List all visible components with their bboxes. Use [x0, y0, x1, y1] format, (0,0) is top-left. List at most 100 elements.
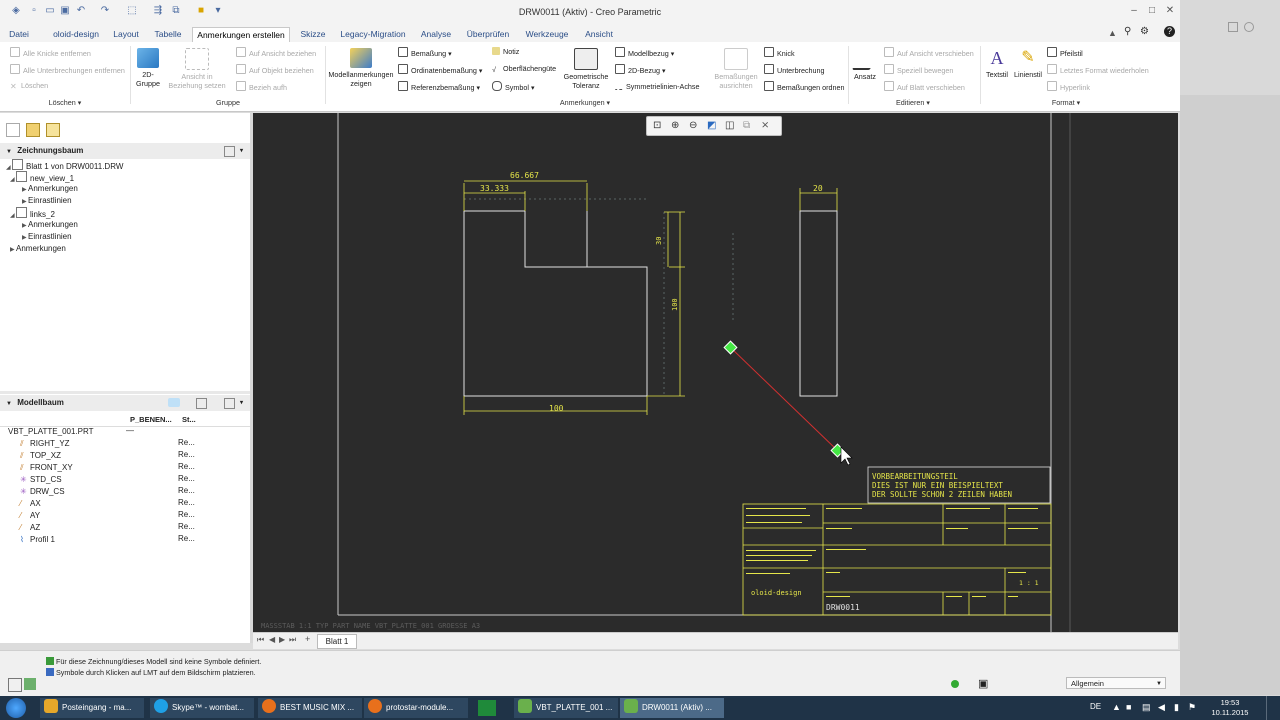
model-tree-item[interactable]: ⁄ AX: [20, 498, 41, 510]
group-editieren[interactable]: Editieren ▾: [888, 98, 938, 107]
group-anmerkungen[interactable]: Anmerkungen ▾: [555, 98, 615, 107]
taskbar-app-skype[interactable]: Skype™ - wombat...: [150, 698, 254, 718]
dropdown-icon[interactable]: ▾: [240, 143, 243, 159]
dim-text-30[interactable]: 30: [655, 237, 663, 245]
hyperlink-button[interactable]: Hyperlink: [1047, 81, 1090, 93]
drawing-canvas[interactable]: 66.667 33.333 30 100 100 20 VORBEARBEITU…: [253, 113, 1178, 632]
tab-legacy-migration[interactable]: Legacy-Migration: [336, 27, 410, 42]
filter-icon[interactable]: [196, 398, 207, 409]
referenzbemassung-button[interactable]: Referenzbemaßung ▾: [398, 81, 480, 93]
speziell-bewegen-button[interactable]: Speziell bewegen: [884, 64, 953, 76]
loeschen-button[interactable]: ✕ Löschen: [10, 81, 48, 91]
textstil-button[interactable]: A Textstil: [982, 48, 1012, 79]
auf-ansicht-beziehen-button[interactable]: Auf Ansicht beziehen: [236, 47, 316, 59]
favorites-icon[interactable]: [46, 123, 60, 137]
close-button[interactable]: ✕: [1162, 5, 1178, 17]
show-icon[interactable]: [168, 398, 180, 407]
previous-sheet-icon[interactable]: ◀: [269, 635, 275, 644]
tab-ansicht[interactable]: Ansicht: [580, 27, 618, 42]
auf-blatt-verschieben-button[interactable]: Auf Blatt verschieben: [884, 81, 965, 93]
language-indicator[interactable]: DE: [1090, 702, 1101, 711]
volume-icon[interactable]: ◀: [1158, 702, 1165, 713]
dim-text-100-horizontal[interactable]: 100: [549, 404, 564, 413]
last-sheet-icon[interactable]: ⏭: [289, 635, 296, 645]
collapse-ribbon-icon[interactable]: ▲: [1108, 28, 1117, 38]
minimize-button[interactable]: –: [1126, 5, 1142, 17]
network-icon[interactable]: ▤: [1142, 702, 1151, 713]
group-gruppe[interactable]: Gruppe: [200, 98, 256, 107]
sheet-tab-blatt-1[interactable]: Blatt 1: [317, 634, 357, 649]
next-sheet-icon[interactable]: ▶: [279, 635, 285, 644]
notiz-button[interactable]: Notiz: [492, 47, 519, 57]
tray-expand-icon[interactable]: ▲: [1112, 702, 1121, 712]
maximize-button[interactable]: □: [1144, 5, 1160, 17]
model-tree-header[interactable]: ▼ Modellbaum ▾: [0, 395, 250, 411]
display-style-icon[interactable]: ◫: [725, 120, 734, 131]
drawing-tree-header[interactable]: ▼ Zeichnungsbaum ▾: [0, 143, 250, 159]
2d-gruppe-button[interactable]: 2D-Gruppe: [134, 48, 162, 88]
add-sheet-icon[interactable]: +: [305, 634, 310, 644]
geometrische-toleranz-button[interactable]: Geometrische Toleranz: [562, 48, 610, 90]
taskbar-app-firefox-1[interactable]: BEST MUSIC MIX ...: [258, 698, 362, 718]
linienstil-button[interactable]: ✎ Linienstil: [1012, 48, 1044, 79]
datum-display-icon[interactable]: ⧉: [743, 120, 750, 131]
model-tree-root[interactable]: VBT_PLATTE_001.PRT: [8, 426, 94, 438]
bemassungen-ausrichten-button[interactable]: Bemaßungen ausrichten: [708, 48, 764, 90]
tree-view-icon[interactable]: [6, 123, 20, 137]
first-sheet-icon[interactable]: ⏮: [257, 635, 264, 645]
repaint-icon[interactable]: ◩: [707, 120, 716, 131]
clock-time[interactable]: 19:53: [1200, 698, 1260, 707]
excel-icon[interactable]: [478, 700, 496, 716]
model-tree-item[interactable]: ⁄ AZ: [20, 522, 40, 534]
alle-knicke-entfernen-button[interactable]: Alle Knicke entfernen: [10, 47, 91, 59]
tab-layout[interactable]: Layout: [110, 27, 142, 42]
model-tree-item[interactable]: ⁄ AY: [20, 510, 40, 522]
model-tree-item[interactable]: ✳ DRW_CS: [20, 486, 65, 498]
flag-icon[interactable]: ⚑: [1188, 702, 1196, 713]
folder-browser-icon[interactable]: [26, 123, 40, 137]
pfeilstil-button[interactable]: Pfeilstil: [1047, 47, 1083, 59]
2d-bezug-button[interactable]: 2D-Bezug ▾: [615, 64, 666, 76]
search-icon[interactable]: ⚲: [1124, 26, 1131, 37]
dim-text-66667[interactable]: 66.667: [510, 171, 539, 180]
tab-analyse[interactable]: Analyse: [417, 27, 455, 42]
symmetrielinien-achse-button[interactable]: Symmetrielinien-Achse: [615, 81, 700, 92]
tree-settings-icon[interactable]: [224, 398, 235, 409]
ansatz-button[interactable]: Ansatz: [850, 48, 880, 81]
modellanmerkungen-zeigen-button[interactable]: Modellanmerkungen zeigen: [328, 48, 394, 88]
zoom-in-icon[interactable]: ⊕: [671, 120, 679, 131]
group-loeschen[interactable]: Löschen ▾: [40, 98, 90, 107]
dim-text-100-vertical[interactable]: 100: [671, 298, 679, 311]
tab-anmerkungen-erstellen[interactable]: Anmerkungen erstellen: [192, 27, 290, 43]
annotation-display-icon[interactable]: ⨯: [761, 120, 769, 131]
taskbar-app-creo-drawing[interactable]: DRW0011 (Aktiv) ...: [620, 698, 724, 718]
drawing-svg[interactable]: 66.667 33.333 30 100 100 20 VORBEARBEITU…: [253, 113, 1178, 632]
title-block-drawing-number[interactable]: DRW0011: [826, 603, 860, 612]
tab-skizze[interactable]: Skizze: [296, 27, 330, 42]
ordinatenbemassung-button[interactable]: Ordinatenbemaßung ▾: [398, 64, 483, 76]
dropdown-icon[interactable]: ▾: [240, 395, 243, 411]
show-desktop-button[interactable]: [1266, 696, 1280, 720]
tree-settings-icon[interactable]: [224, 146, 235, 157]
model-tree-item[interactable]: ⫽ RIGHT_YZ: [20, 438, 70, 450]
auf-objekt-beziehen-button[interactable]: Auf Objekt beziehen: [236, 64, 314, 76]
column-header-status[interactable]: St...: [182, 415, 196, 424]
knick-button[interactable]: Knick: [764, 47, 795, 59]
filter-select[interactable]: Allgemein ▼: [1066, 677, 1166, 689]
note-line-2[interactable]: DIES IST NUR EIN BEISPIELTEXT: [872, 481, 1003, 490]
model-tree-item[interactable]: ⌇ Profil 1: [20, 534, 55, 546]
dim-text-33333[interactable]: 33.333: [480, 184, 509, 193]
model-tree-item[interactable]: ⫽ TOP_XZ: [20, 450, 61, 462]
taskbar-app-outlook[interactable]: Posteingang - ma...: [40, 698, 144, 718]
column-header-p-benen[interactable]: P_BENEN...: [130, 415, 172, 424]
tab-oloid-design[interactable]: oloid-design: [46, 27, 106, 42]
settings-icon[interactable]: ⚙: [1140, 26, 1149, 37]
bemassung-button[interactable]: Bemaßung ▾: [398, 47, 452, 59]
clock-date[interactable]: 10.11.2015: [1200, 708, 1260, 717]
bemassungen-ordnen-button[interactable]: Bemaßungen ordnen: [764, 81, 845, 93]
panel-splitter[interactable]: [0, 391, 250, 394]
oberflaechenguete-button[interactable]: √ Oberflächengüte: [492, 64, 556, 74]
tab-ueberpruefen[interactable]: Überprüfen: [463, 27, 513, 42]
start-button[interactable]: [6, 698, 26, 718]
symbol-button[interactable]: Symbol ▾: [492, 81, 535, 93]
